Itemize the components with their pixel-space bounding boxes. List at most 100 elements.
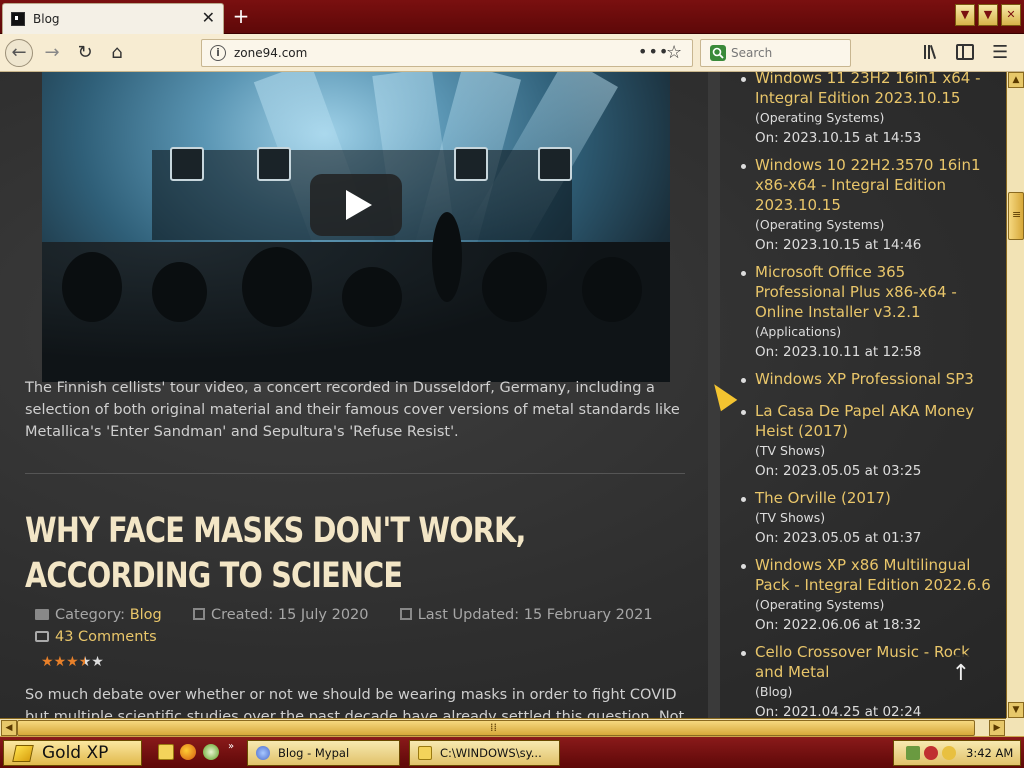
home-icon[interactable]: ⌂	[103, 39, 131, 67]
security-shield-icon[interactable]	[924, 746, 938, 760]
list-item: Windows XP x86 Multilingual Pack - Integ…	[738, 555, 996, 635]
post-category: (Operating Systems)	[755, 110, 885, 125]
speaker-cabinet	[170, 147, 204, 181]
vertical-scrollbar[interactable]: ▲ ▼	[1006, 72, 1024, 718]
post-date: On: 2023.10.11 at 12:58	[755, 344, 922, 360]
main-content: The Finnish cellists' tour video, a conc…	[0, 72, 710, 718]
article-divider	[25, 473, 685, 474]
back-arrow-icon[interactable]: ←	[5, 39, 33, 67]
page-actions-icon[interactable]: •••	[638, 42, 669, 61]
scroll-down-icon[interactable]: ▼	[1008, 702, 1024, 718]
post-link[interactable]: Windows XP x86 Multilingual Pack - Integ…	[755, 555, 996, 595]
post-category: (Operating Systems)	[755, 217, 885, 232]
task-label: Blog - Mypal	[278, 746, 350, 760]
search-box[interactable]	[700, 39, 851, 67]
category-link[interactable]: Blog	[130, 607, 162, 623]
close-window-button[interactable]: ✕	[1001, 4, 1021, 26]
post-date: On: 2023.05.05 at 01:37	[755, 530, 922, 546]
network-icon[interactable]	[906, 746, 920, 760]
post-date: On: 2022.06.06 at 18:32	[755, 617, 922, 633]
folder-icon	[418, 746, 432, 760]
post-link[interactable]: La Casa De Papel AKA Money Heist (2017)	[755, 401, 996, 441]
post-date: On: 2023.10.15 at 14:46	[755, 237, 922, 253]
star-icon[interactable]: ★	[66, 654, 79, 670]
search-icon	[710, 45, 726, 61]
star-icon[interactable]: ★	[54, 654, 67, 670]
scroll-right-icon[interactable]: ▶	[989, 720, 1005, 736]
post-link[interactable]: The Orville (2017)	[755, 488, 996, 508]
clock[interactable]: 3:42 AM	[966, 746, 1013, 760]
taskbar-item-browser[interactable]: Blog - Mypal	[247, 740, 400, 766]
list-item: Windows XP Professional SP3	[738, 369, 996, 389]
post-date: On: 2021.04.25 at 02:24	[755, 704, 922, 718]
post-category: (Operating Systems)	[755, 597, 885, 612]
url-text[interactable]: zone94.com	[234, 46, 307, 60]
messenger-icon[interactable]	[942, 746, 956, 760]
video-play-button[interactable]	[310, 174, 402, 236]
quicklaunch-browser-icon[interactable]	[180, 744, 196, 760]
article-title[interactable]: WHY FACE MASKS DON'T WORK, ACCORDING TO …	[25, 509, 696, 599]
list-item: Microsoft Office 365 Professional Plus x…	[738, 262, 996, 362]
tab-bar: Blog ✕ + ▼ ▼ ✕	[0, 0, 1024, 34]
recent-posts-sidebar: Windows 11 23H2 16in1 x64 - Integral Edi…	[720, 72, 1006, 718]
list-item: La Casa De Papel AKA Money Heist (2017) …	[738, 401, 996, 481]
post-date: On: 2023.10.15 at 14:53	[755, 130, 922, 146]
scroll-to-top-button[interactable]: ↑	[940, 654, 982, 696]
quicklaunch-more-icon[interactable]: »	[228, 741, 234, 752]
category-label: Category:	[55, 607, 126, 623]
speaker-cabinet	[538, 147, 572, 181]
post-category: (TV Shows)	[755, 443, 826, 458]
star-icon[interactable]: ★	[41, 654, 54, 670]
speaker-cabinet	[257, 147, 291, 181]
task-label: C:\WINDOWS\sy...	[440, 746, 542, 760]
start-button[interactable]: Gold XP	[3, 740, 142, 766]
crowd-silhouette	[42, 212, 670, 382]
post-link[interactable]: Windows XP Professional SP3	[755, 369, 996, 389]
quicklaunch-folder-icon[interactable]	[158, 744, 174, 760]
concert-video[interactable]	[42, 72, 670, 382]
vertical-scroll-thumb[interactable]	[1008, 192, 1024, 240]
comments-link[interactable]: 43 Comments	[35, 629, 157, 645]
post-link[interactable]: Windows 10 22H2.3570 16in1 x86-x64 - Int…	[755, 155, 996, 215]
scroll-up-icon[interactable]: ▲	[1008, 72, 1024, 88]
star-rating[interactable]: ★★★★★	[41, 654, 104, 670]
quicklaunch-app-icon[interactable]	[203, 744, 219, 760]
library-icon[interactable]	[922, 43, 942, 63]
reload-icon[interactable]: ↻	[71, 39, 99, 67]
hamburger-menu-icon[interactable]: ☰	[992, 43, 1012, 63]
comment-icon	[35, 631, 49, 642]
horizontal-scrollbar[interactable]: ◀ ▶	[0, 718, 1006, 736]
start-label: Gold XP	[42, 743, 109, 763]
address-bar[interactable]: i zone94.com ••• ☆	[201, 39, 693, 67]
forward-arrow-icon[interactable]: →	[38, 39, 66, 67]
comments-count[interactable]: 43 Comments	[55, 629, 157, 645]
updated-date: Last Updated: 15 February 2021	[417, 607, 653, 623]
bookmark-star-icon[interactable]: ☆	[666, 42, 682, 63]
calendar-icon	[192, 608, 205, 620]
star-icon[interactable]: ★	[79, 654, 92, 670]
close-tab-icon[interactable]: ✕	[202, 9, 215, 27]
taskbar-item-explorer[interactable]: C:\WINDOWS\sy...	[409, 740, 560, 766]
minimize-window-button[interactable]: ▼	[955, 4, 975, 26]
list-item: The Orville (2017) (TV Shows) On: 2023.0…	[738, 488, 996, 548]
new-tab-icon[interactable]: +	[230, 4, 252, 28]
browser-icon	[256, 746, 270, 760]
post-date: On: 2023.05.05 at 03:25	[755, 463, 922, 479]
post-category: (Applications)	[755, 324, 842, 339]
page-viewport: The Finnish cellists' tour video, a conc…	[0, 72, 1006, 718]
sidebar-toggle-icon[interactable]	[956, 44, 974, 60]
article-meta: Category: Blog Created: 15 July 2020 Las…	[35, 607, 653, 623]
post-category: (TV Shows)	[755, 510, 826, 525]
recent-posts-list: Windows 11 23H2 16in1 x64 - Integral Edi…	[738, 72, 996, 718]
star-icon[interactable]: ★	[91, 654, 104, 670]
search-input[interactable]	[731, 44, 846, 62]
site-info-icon[interactable]: i	[210, 45, 226, 61]
maximize-window-button[interactable]: ▼	[978, 4, 998, 26]
post-link[interactable]: Windows 11 23H2 16in1 x64 - Integral Edi…	[755, 72, 996, 108]
tab-title: Blog	[33, 12, 60, 26]
start-logo-icon	[12, 745, 34, 762]
horizontal-scroll-thumb[interactable]	[17, 720, 975, 736]
scroll-left-icon[interactable]: ◀	[1, 720, 17, 736]
post-link[interactable]: Microsoft Office 365 Professional Plus x…	[755, 262, 996, 322]
tab-blog[interactable]: Blog ✕	[2, 3, 224, 34]
